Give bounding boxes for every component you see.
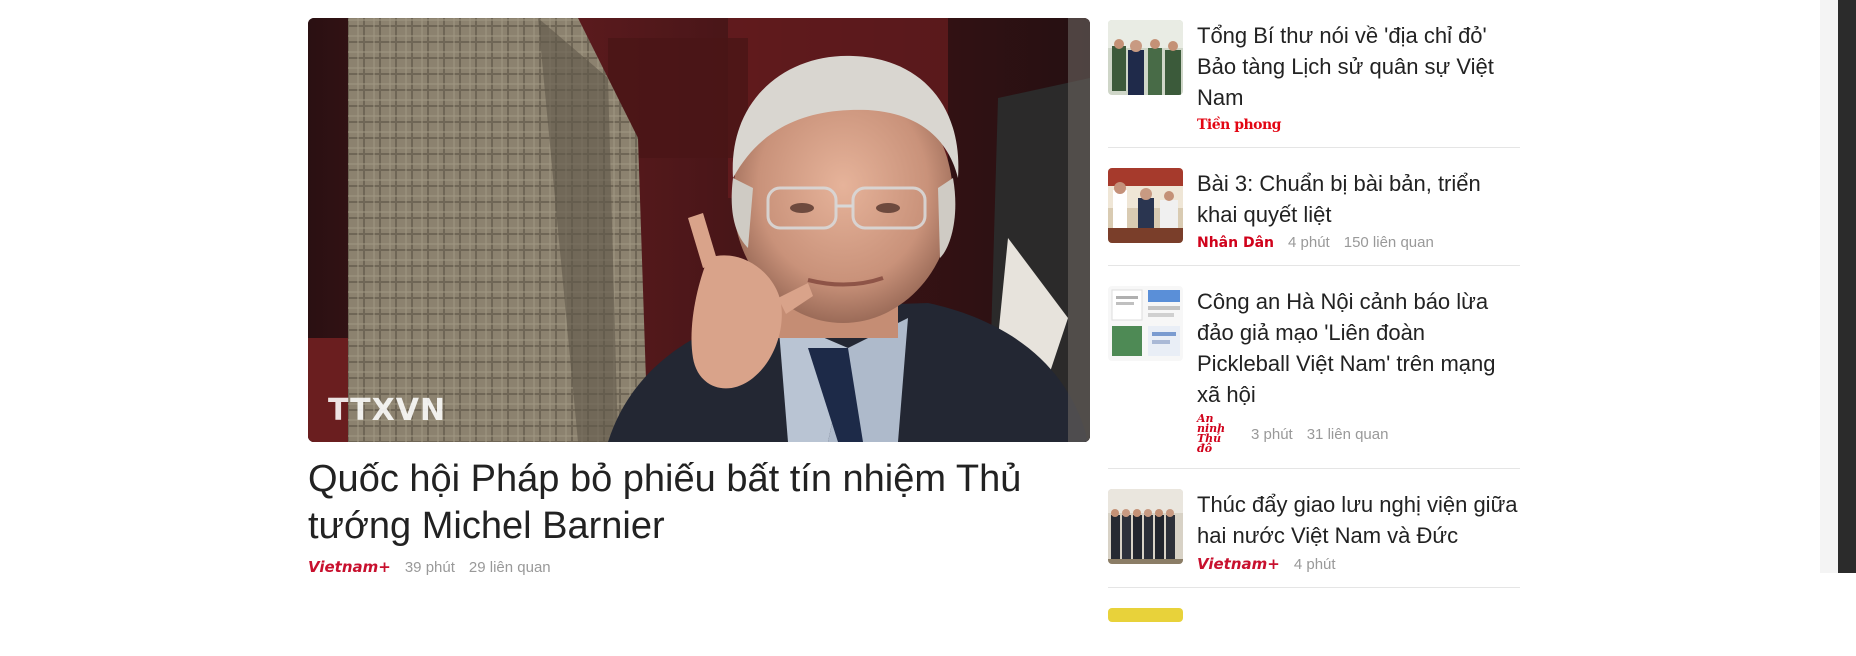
list-item[interactable]: Thúc đẩy giao lưu nghị viện giữa hai nướ… <box>1108 489 1520 588</box>
list-item[interactable]: Tổng Bí thư nói về 'địa chỉ đỏ' Bảo tàng… <box>1108 20 1520 148</box>
featured-image[interactable]: TTXVN <box>308 18 1090 442</box>
item-thumbnail[interactable] <box>1108 20 1183 95</box>
page-gutter <box>1820 0 1838 573</box>
list-item[interactable] <box>1108 608 1520 636</box>
scrollbar-track[interactable] <box>1838 0 1856 573</box>
featured-photo <box>308 18 1090 442</box>
image-watermark: TTXVN <box>328 393 447 428</box>
featured-article[interactable]: TTXVN Quốc hội Pháp bỏ phiếu bất tín nhi… <box>308 18 1090 576</box>
item-meta: Tiền phong <box>1197 117 1520 133</box>
item-meta: Nhân Dân 4 phút 150 liên quan <box>1197 234 1520 251</box>
item-thumbnail[interactable] <box>1108 168 1183 243</box>
item-title[interactable]: Công an Hà Nội cảnh báo lừa đảo giả mạo … <box>1197 286 1520 410</box>
item-title[interactable]: Tổng Bí thư nói về 'địa chỉ đỏ' Bảo tàng… <box>1197 20 1520 113</box>
time-ago: 4 phút <box>1288 234 1330 251</box>
item-title[interactable]: Bài 3: Chuẩn bị bài bản, triển khai quyế… <box>1197 168 1520 230</box>
list-item[interactable]: Bài 3: Chuẩn bị bài bản, triển khai quyế… <box>1108 168 1520 266</box>
item-thumbnail[interactable] <box>1108 489 1183 564</box>
list-item[interactable]: Công an Hà Nội cảnh báo lừa đảo giả mạo … <box>1108 286 1520 469</box>
item-thumbnail[interactable] <box>1108 608 1183 622</box>
featured-title[interactable]: Quốc hội Pháp bỏ phiếu bất tín nhiệm Thủ… <box>308 456 1090 550</box>
featured-meta: Vietnam+ 39 phút 29 liên quan <box>308 558 1090 576</box>
side-news-list: Tổng Bí thư nói về 'địa chỉ đỏ' Bảo tàng… <box>1108 20 1520 656</box>
time-ago: 3 phút <box>1251 425 1293 443</box>
source-logo-anninhthudo[interactable]: An ninh Thủ đô <box>1197 413 1237 454</box>
item-meta: Vietnam+ 4 phút <box>1197 555 1520 573</box>
source-logo-tienphong[interactable]: Tiền phong <box>1197 117 1281 133</box>
item-thumbnail[interactable] <box>1108 286 1183 361</box>
source-logo-vietnamplus[interactable]: Vietnam+ <box>308 558 391 576</box>
source-logo-vietnamplus[interactable]: Vietnam+ <box>1197 555 1280 573</box>
item-title[interactable]: Thúc đẩy giao lưu nghị viện giữa hai nướ… <box>1197 489 1520 551</box>
item-meta: An ninh Thủ đô 3 phút 31 liên quan <box>1197 413 1520 454</box>
related-count[interactable]: 31 liên quan <box>1307 426 1389 443</box>
time-ago: 4 phút <box>1293 555 1336 573</box>
related-count[interactable]: 150 liên quan <box>1344 234 1434 251</box>
source-logo-nhandan[interactable]: Nhân Dân <box>1197 235 1274 251</box>
